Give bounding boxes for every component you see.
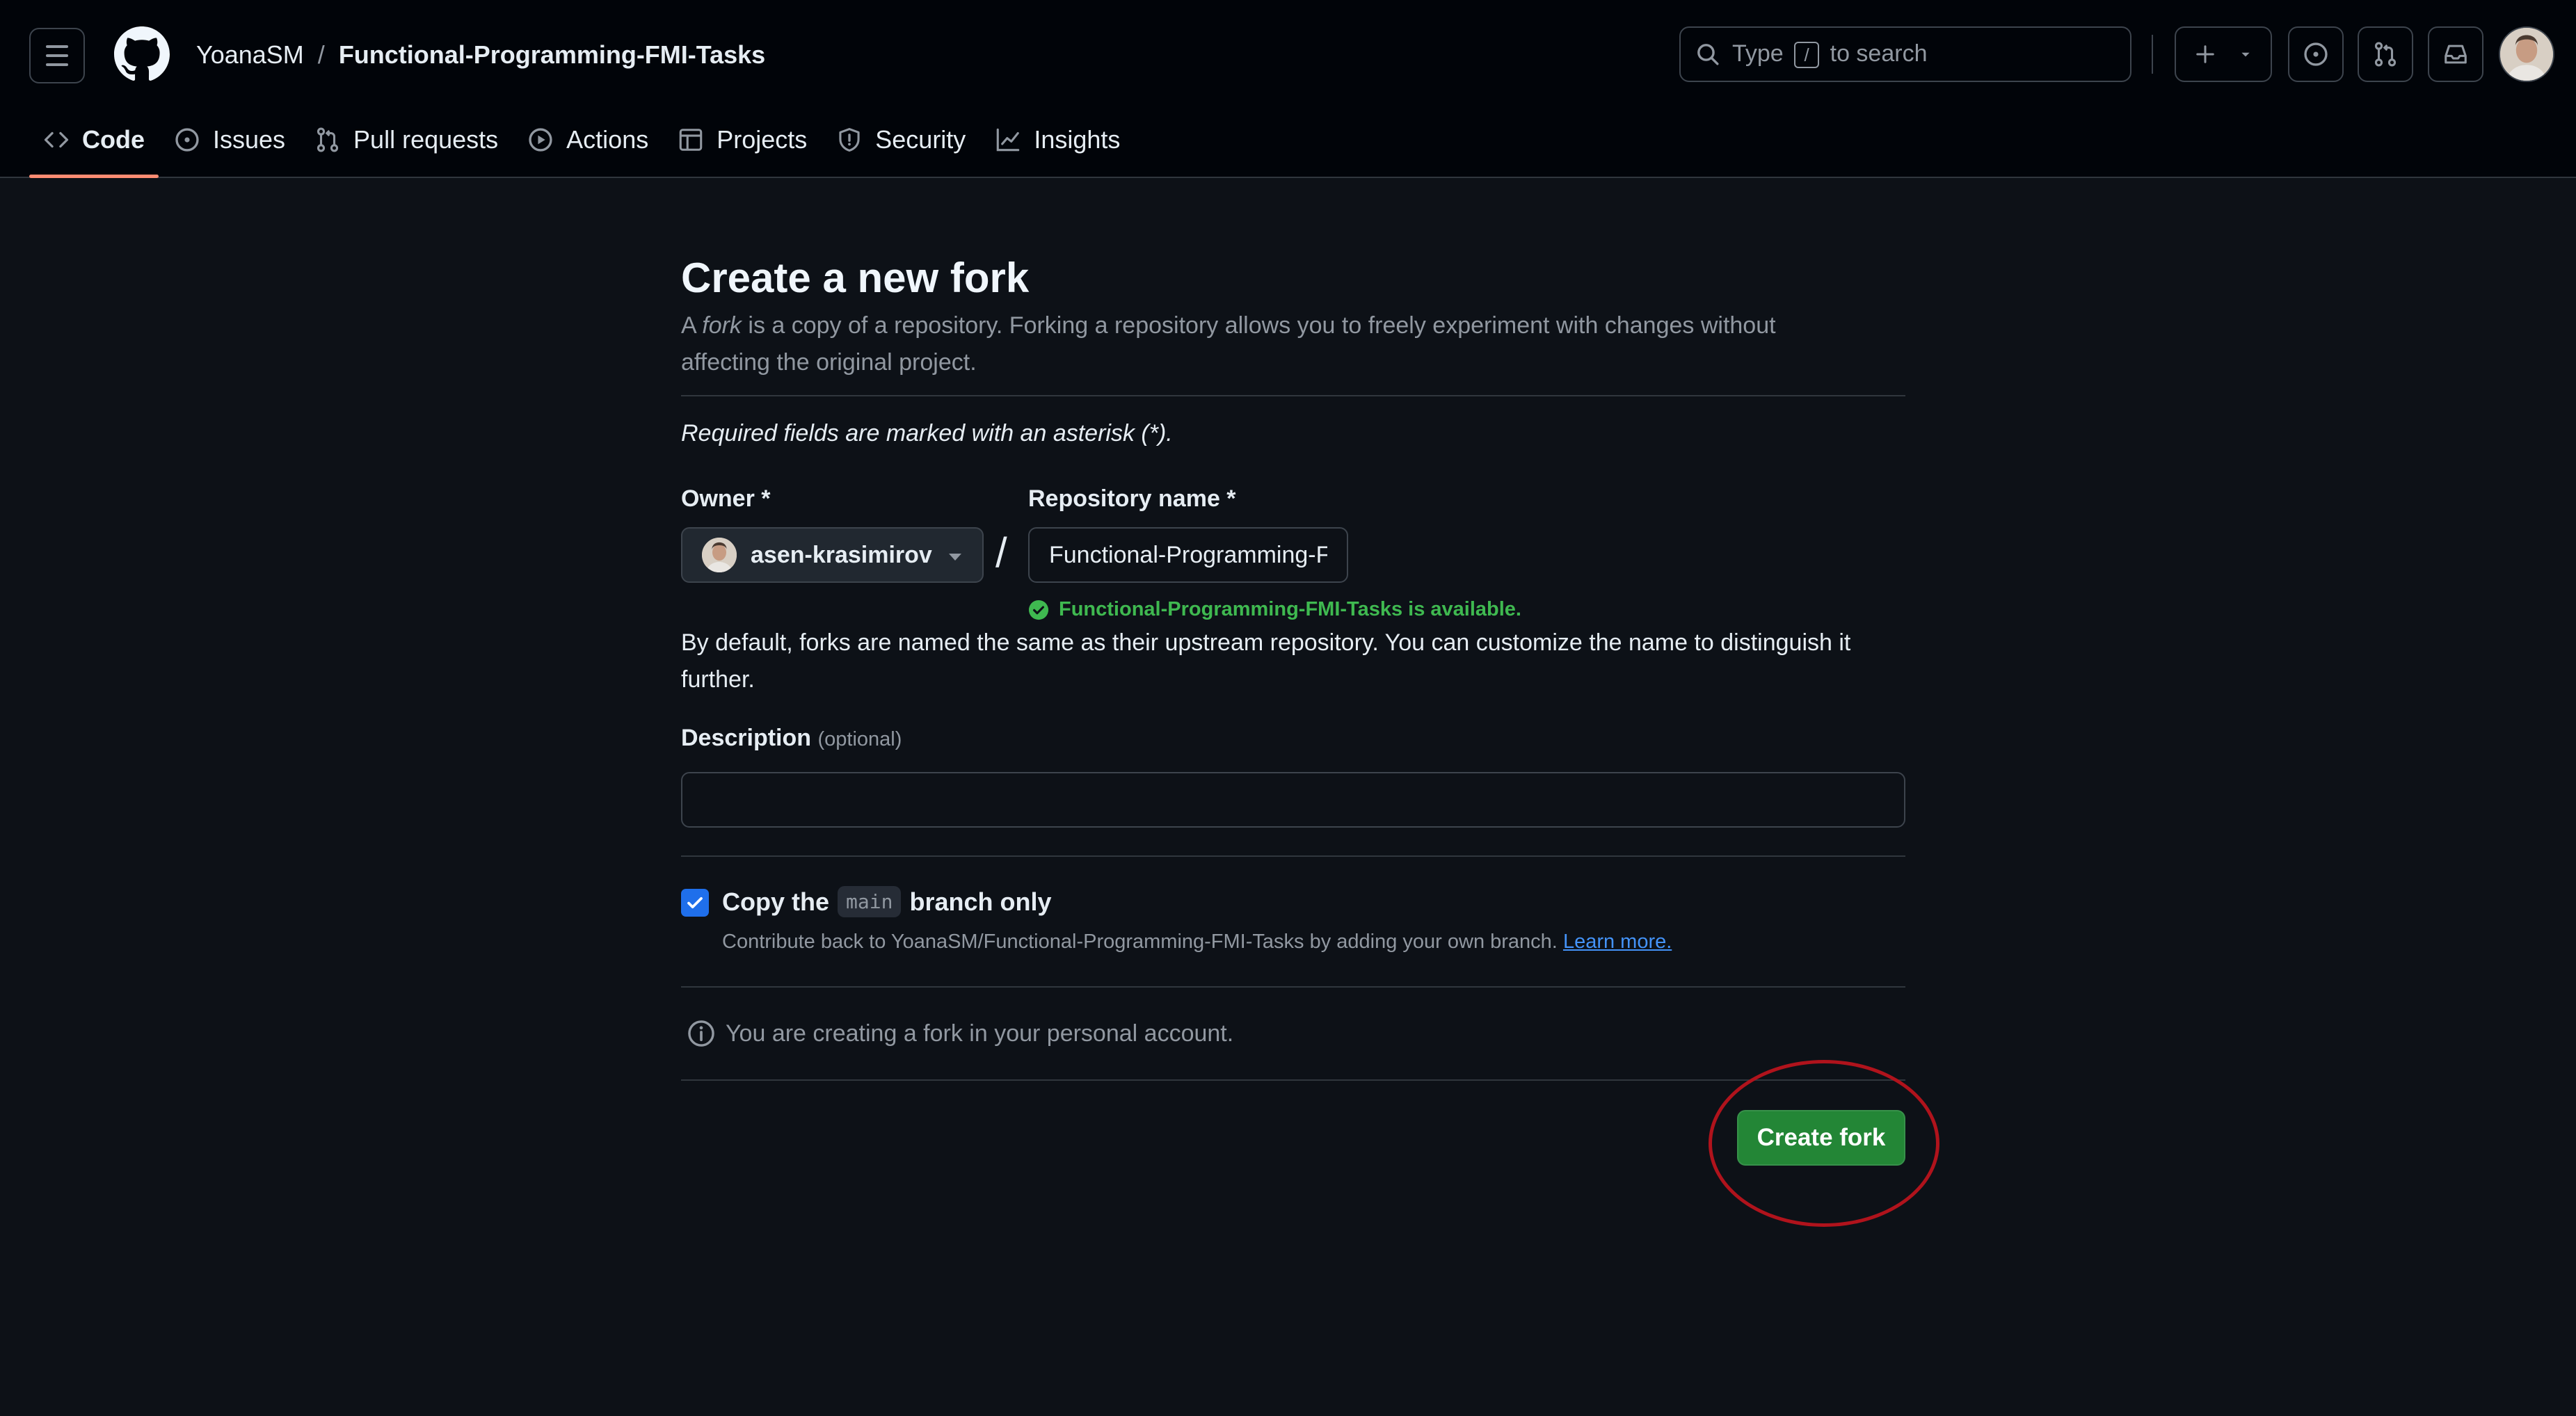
- copy-branch-suffix: branch only: [909, 887, 1052, 916]
- issue-opened-icon: [2304, 42, 2328, 66]
- owner-value: asen-krasimirov: [751, 541, 932, 568]
- chevron-down-icon: [949, 554, 961, 561]
- tab-label: Projects: [717, 125, 808, 154]
- copy-branch-label[interactable]: Copy the main branch only: [722, 886, 1051, 917]
- required-fields-note: Required fields are marked with an aster…: [681, 420, 1173, 446]
- breadcrumb-separator: /: [317, 40, 325, 69]
- pull-requests-button[interactable]: [2358, 26, 2413, 82]
- create-fork-button[interactable]: Create fork: [1737, 1110, 1905, 1166]
- subtitle-start: A: [681, 312, 703, 339]
- subtitle-emphasis: fork: [702, 312, 742, 339]
- search-hint-suffix: to search: [1830, 40, 1928, 67]
- search-icon: [1697, 44, 1719, 65]
- copy-branch-help: Contribute back to YoanaSM/Functional-Pr…: [722, 931, 1672, 954]
- menu-button[interactable]: [29, 28, 85, 83]
- git-pull-request-icon: [317, 127, 339, 152]
- tab-code[interactable]: Code: [29, 118, 159, 178]
- copy-branch-help-text: Contribute back to YoanaSM/Functional-Pr…: [722, 931, 1558, 953]
- description-label-text: Description: [681, 725, 812, 751]
- inbox-button[interactable]: [2428, 26, 2483, 82]
- user-avatar[interactable]: [2499, 26, 2554, 82]
- tab-actions[interactable]: Actions: [513, 118, 662, 161]
- tab-pull-requests[interactable]: Pull requests: [301, 118, 512, 161]
- tab-label: Code: [82, 125, 145, 154]
- owner-label: Owner *: [681, 485, 771, 512]
- availability-message: Functional-Programming-FMI-Tasks is avai…: [1028, 598, 1521, 621]
- github-logo-icon[interactable]: [114, 26, 170, 82]
- tab-security[interactable]: Security: [822, 118, 979, 161]
- tab-label: Issues: [213, 125, 286, 154]
- issues-button[interactable]: [2288, 26, 2344, 82]
- breadcrumb-owner-link[interactable]: YoanaSM: [196, 39, 304, 71]
- copy-branch-option: Copy the main branch only Contribute bac…: [681, 857, 1905, 986]
- owner-select[interactable]: asen-krasimirov: [681, 527, 984, 583]
- fork-form: Create a new fork A fork is a copy of a …: [681, 250, 1905, 1185]
- shield-icon: [839, 128, 860, 152]
- graph-icon: [997, 128, 1020, 152]
- description-label: Description (optional): [681, 721, 1905, 755]
- search-shortcut-key: /: [1794, 42, 1820, 69]
- owner-repo-separator: /: [995, 529, 1007, 576]
- page-subtitle: A fork is a copy of a repository. Forkin…: [681, 307, 1864, 381]
- tab-issues[interactable]: Issues: [160, 118, 299, 161]
- branch-name-code: main: [838, 886, 902, 917]
- header-divider: [2152, 35, 2153, 74]
- table-icon: [679, 129, 703, 151]
- search-hint-prefix: Type: [1732, 40, 1784, 67]
- subtitle-rest: is a copy of a repository. Forking a rep…: [681, 312, 1776, 376]
- copy-branch-prefix: Copy the: [722, 887, 830, 916]
- repo-nav: Code Issues Pull requests Actions Projec…: [29, 118, 1135, 178]
- learn-more-link[interactable]: Learn more.: [1563, 931, 1672, 953]
- tab-label: Security: [875, 125, 966, 154]
- issue-opened-icon: [175, 128, 199, 152]
- owner-avatar: [702, 538, 737, 572]
- tab-insights[interactable]: Insights: [981, 118, 1134, 161]
- copy-main-branch-checkbox[interactable]: [681, 889, 709, 917]
- plus-icon: [2196, 45, 2214, 63]
- inbox-icon: [2445, 45, 2467, 64]
- info-icon: [688, 1020, 714, 1047]
- tab-label: Actions: [566, 125, 649, 154]
- hamburger-line: [46, 63, 68, 66]
- search-hint: Type / to search: [1732, 40, 1927, 69]
- owner-avatar-photo: [702, 538, 737, 572]
- divider: [681, 395, 1905, 396]
- code-icon: [44, 131, 69, 148]
- hamburger-line: [46, 54, 68, 57]
- check-circle-fill-icon: [1028, 600, 1049, 620]
- create-new-button[interactable]: [2175, 26, 2272, 82]
- breadcrumb-repo-link[interactable]: Functional-Programming-FMI-Tasks: [339, 39, 765, 71]
- info-text: You are creating a fork in your personal…: [726, 1020, 1234, 1047]
- play-icon: [529, 128, 552, 152]
- availability-text: Functional-Programming-FMI-Tasks is avai…: [1059, 598, 1521, 620]
- check-icon: [687, 896, 703, 909]
- repository-name-label: Repository name *: [1028, 485, 1236, 512]
- personal-account-info: You are creating a fork in your personal…: [681, 988, 1905, 1079]
- tab-label: Insights: [1034, 125, 1121, 154]
- hamburger-line: [46, 45, 68, 48]
- default-name-note: By default, forks are named the same as …: [681, 629, 1851, 693]
- avatar-photo: [2500, 28, 2553, 81]
- optional-hint: (optional): [817, 728, 902, 750]
- breadcrumb: YoanaSM / Functional-Programming-FMI-Tas…: [196, 39, 765, 71]
- git-pull-request-icon: [2374, 42, 2397, 67]
- description-input[interactable]: [681, 772, 1905, 828]
- tab-projects[interactable]: Projects: [664, 118, 821, 161]
- triangle-down-icon: [2241, 52, 2250, 57]
- repository-name-input[interactable]: [1028, 527, 1348, 583]
- form-actions: Create fork: [681, 1081, 1905, 1185]
- owner-repo-row: Owner * Repository name * asen-krasimiro…: [681, 485, 1905, 625]
- page-title: Create a new fork: [681, 255, 1030, 301]
- tab-label: Pull requests: [353, 125, 499, 154]
- search-input[interactable]: Type / to search: [1679, 26, 2131, 82]
